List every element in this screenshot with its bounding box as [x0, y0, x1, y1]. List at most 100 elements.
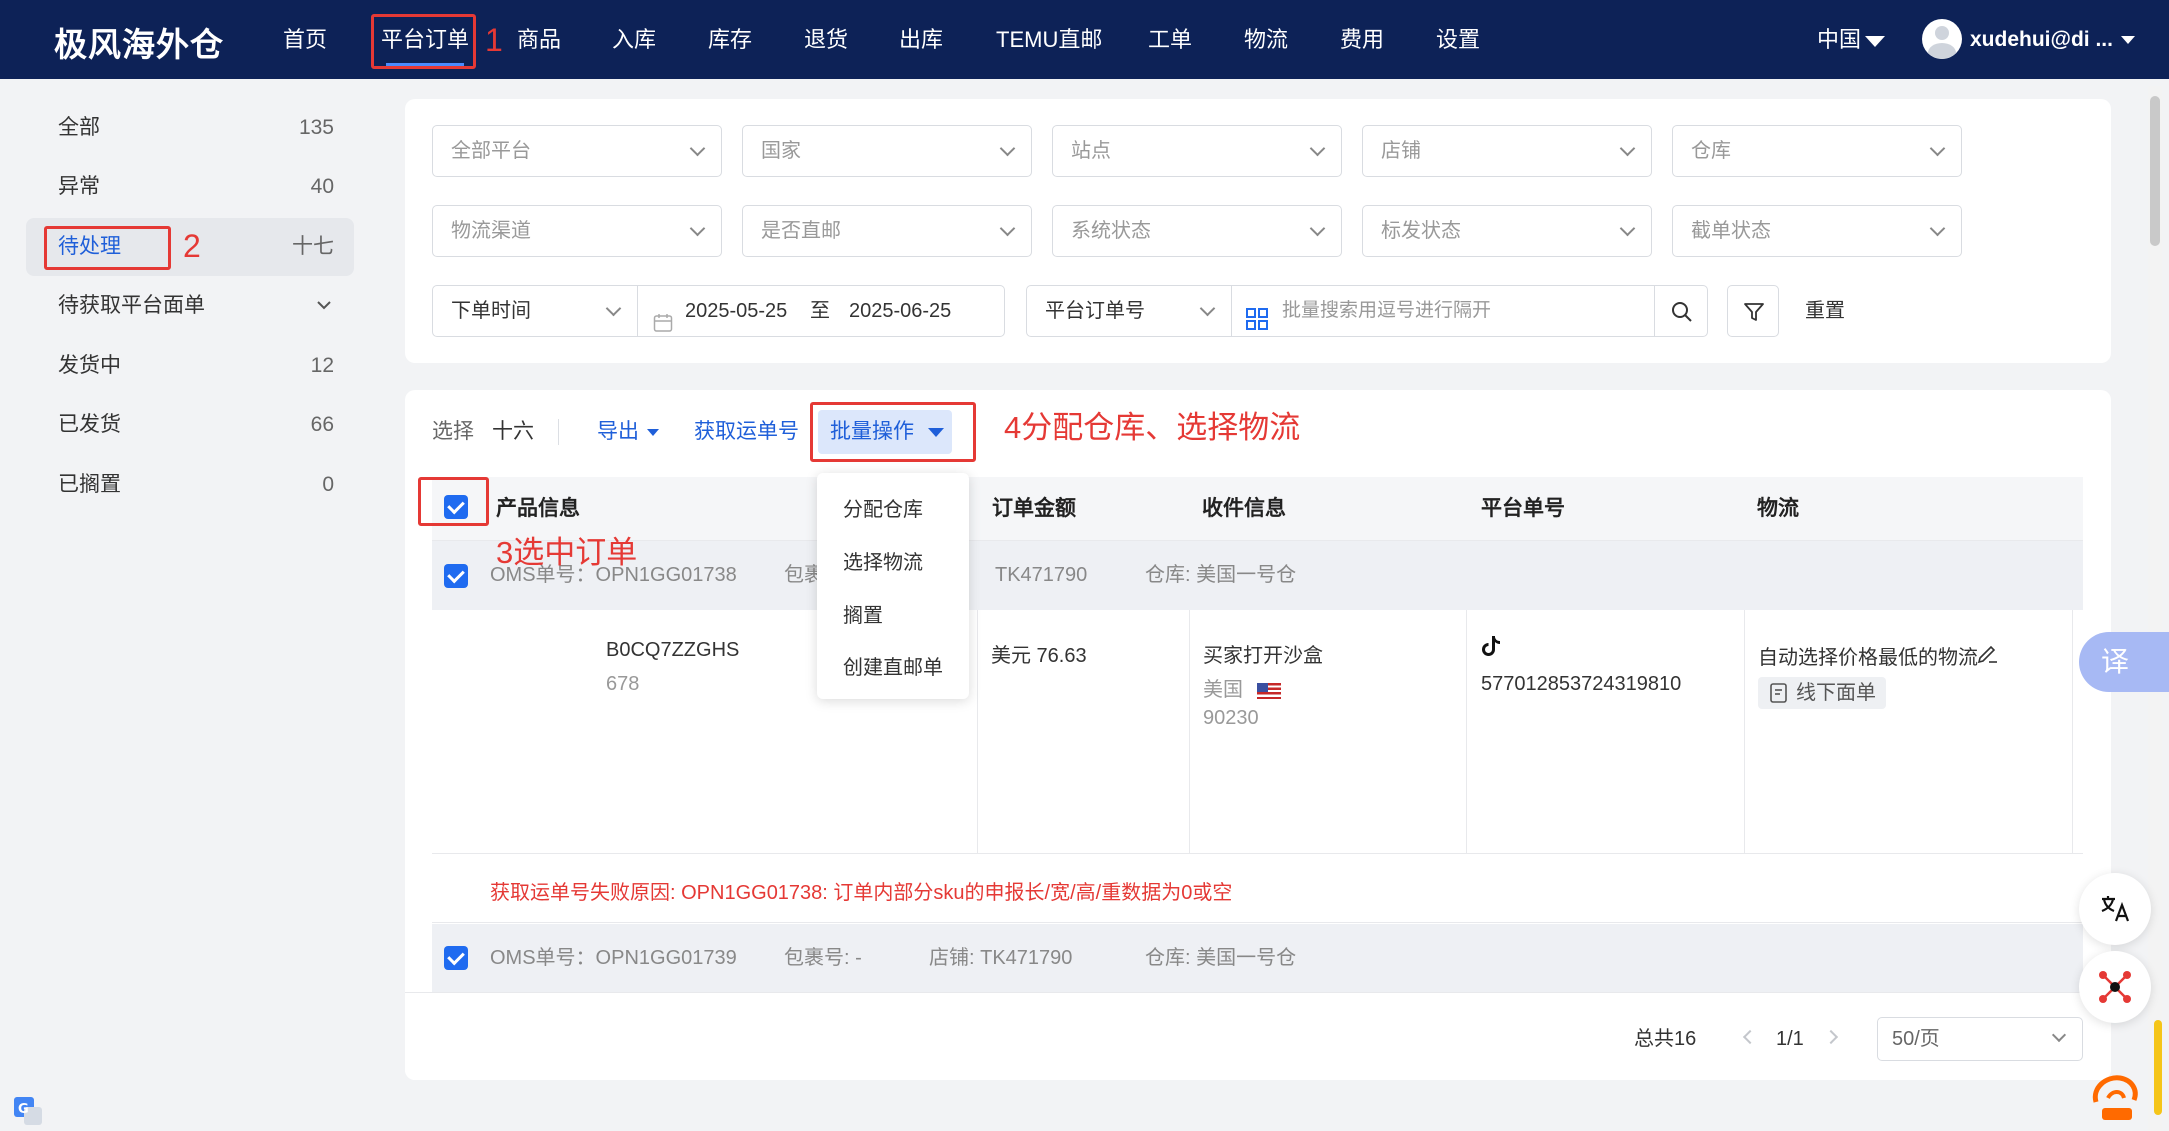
logistics-channel-select[interactable]: 物流渠道 — [432, 205, 722, 257]
document-icon — [1768, 682, 1790, 714]
search-button[interactable] — [1654, 285, 1708, 337]
select-value: 截单状态 — [1691, 220, 1771, 242]
cutoff-status-select[interactable]: 截单状态 — [1672, 205, 1962, 257]
warehouse-select[interactable]: 仓库 — [1672, 125, 1962, 177]
menu-item-hold[interactable]: 搁置 — [843, 599, 883, 628]
chevron-down-icon — [689, 220, 706, 237]
google-translate-icon[interactable]: G — [12, 1095, 44, 1127]
sidebar-item-all[interactable]: 全部 135 — [26, 99, 354, 157]
date-separator: 至 — [810, 300, 830, 322]
page-size-select[interactable]: 50/页 — [1877, 1017, 2083, 1061]
export-label: 导出 — [597, 420, 639, 443]
tiktok-icon — [1481, 635, 1501, 663]
direct-mail-select[interactable]: 是否直邮 — [742, 205, 1032, 257]
chevron-down-icon — [605, 300, 622, 317]
sidebar-item-label: 发货中 — [58, 354, 121, 377]
batch-operation-menu: 分配仓库 选择物流 搁置 创建直邮单 — [817, 473, 969, 699]
page-indicator: 1/1 — [1776, 1028, 1804, 1050]
nav-temu-direct[interactable]: TEMU直邮 — [996, 0, 1102, 79]
network-icon — [2097, 969, 2133, 1011]
translate-tool-button[interactable] — [2079, 873, 2151, 945]
nav-logistics[interactable]: 物流 — [1244, 0, 1288, 79]
offline-label-text: 线下面单 — [1796, 682, 1876, 704]
user-menu[interactable]: xudehui@di ... — [1970, 0, 2135, 79]
sidebar-item-on-hold[interactable]: 已搁置 0 — [26, 456, 354, 514]
order-amount: 美元 76.63 — [991, 645, 1087, 667]
sidebar-item-exception[interactable]: 异常 40 — [26, 158, 354, 216]
platform-order-number: 577012853724319810 — [1481, 673, 1682, 695]
header-logistics: 物流 — [1757, 497, 1799, 520]
nav-fees[interactable]: 费用 — [1340, 0, 1384, 79]
menu-item-assign-warehouse[interactable]: 分配仓库 — [843, 493, 923, 522]
platform-select[interactable]: 全部平台 — [432, 125, 722, 177]
product-sku[interactable]: B0CQ7ZZGHS — [606, 639, 739, 662]
annotation-number-1: 1 — [485, 22, 503, 58]
advanced-filter-button[interactable] — [1727, 285, 1779, 337]
select-label: 选择 — [432, 420, 474, 443]
annotation-text-4: 4分配仓库、选择物流 — [1004, 410, 1301, 445]
nav-inventory[interactable]: 库存 — [708, 0, 752, 79]
total-count: 总共16 — [1634, 1028, 1697, 1050]
search-input[interactable]: 批量搜索用逗号进行隔开 — [1231, 285, 1655, 337]
top-header: 极风海外仓 首页 平台订单 商品 入库 库存 退货 出库 TEMU直邮 工单 物… — [0, 0, 2169, 79]
chevron-down-icon — [1929, 220, 1946, 237]
annotation-box-1 — [371, 14, 476, 69]
nav-products[interactable]: 商品 — [517, 0, 561, 79]
network-tool-button[interactable] — [2079, 951, 2151, 1023]
nav-settings[interactable]: 设置 — [1436, 0, 1480, 79]
sidebar-item-shipping[interactable]: 发货中 12 — [26, 337, 354, 395]
mark-shipped-status-select[interactable]: 标发状态 — [1362, 205, 1652, 257]
column-divider — [1744, 610, 1745, 854]
chevron-down-icon — [1929, 140, 1946, 157]
time-type-select[interactable]: 下单时间 — [432, 285, 638, 337]
us-flag-icon — [1257, 682, 1281, 699]
country-select[interactable]: 国家 — [742, 125, 1032, 177]
sidebar-item-count: 十七 — [292, 235, 334, 258]
logistics-method: 自动选择价格最低的物流 — [1758, 641, 1978, 670]
chevron-down-icon — [1199, 300, 1216, 317]
date-range-picker[interactable]: 2025-05-25 至 2025-06-25 — [637, 285, 1005, 337]
nav-inbound[interactable]: 入库 — [612, 0, 656, 79]
warehouse-value: 仓库: 美国一号仓 — [1145, 947, 1297, 969]
select-value: 标发状态 — [1381, 220, 1461, 242]
toolbar-divider — [558, 419, 559, 445]
sidebar-item-label: 全部 — [58, 116, 100, 139]
menu-item-select-logistics[interactable]: 选择物流 — [843, 546, 923, 575]
avatar[interactable] — [1922, 19, 1962, 59]
export-button[interactable]: 导出 — [597, 412, 659, 452]
sidebar-item-shipped[interactable]: 已发货 66 — [26, 396, 354, 454]
calendar-icon — [653, 302, 673, 352]
site-select[interactable]: 站点 — [1052, 125, 1342, 177]
edit-icon[interactable] — [1977, 641, 1999, 669]
table-header: 产品信息 订单金额 收件信息 平台单号 物流 — [432, 477, 2083, 541]
get-waybill-button[interactable]: 获取运单号 — [694, 412, 799, 452]
logistics-label: 自动选择价格最低的物流 — [1758, 647, 1978, 669]
search-field-select[interactable]: 平台订单号 — [1026, 285, 1232, 337]
chevron-down-icon — [1309, 220, 1326, 237]
scrollbar-thumb[interactable] — [2150, 96, 2160, 246]
scroll-marker — [2154, 1020, 2162, 1115]
nav-returns[interactable]: 退货 — [804, 0, 848, 79]
translate-float-button[interactable]: 译 — [2079, 632, 2169, 692]
caret-down-icon — [647, 428, 659, 436]
select-value: 物流渠道 — [451, 220, 531, 242]
region-selector[interactable]: 中国 — [1817, 0, 1886, 79]
shop-value: TK471790 — [995, 564, 1088, 586]
nav-outbound[interactable]: 出库 — [899, 0, 943, 79]
nav-tickets[interactable]: 工单 — [1148, 0, 1192, 79]
chevron-down-icon — [999, 220, 1016, 237]
sidebar-item-label: 已搁置 — [58, 473, 121, 496]
system-status-select[interactable]: 系统状态 — [1052, 205, 1342, 257]
brand-logo[interactable]: 极风海外仓 — [54, 18, 224, 66]
shop-select[interactable]: 店铺 — [1362, 125, 1652, 177]
order-header-row: OMS单号：OPN1GG01738 包裹 TK471790 仓库: 美国一号仓 — [432, 541, 2083, 610]
order-checkbox[interactable] — [444, 946, 468, 970]
reset-button[interactable]: 重置 — [1805, 285, 1845, 337]
menu-item-create-direct-order[interactable]: 创建直邮单 — [843, 651, 943, 680]
nav-home[interactable]: 首页 — [283, 0, 327, 79]
sidebar-item-awaiting-label[interactable]: 待获取平台面单 — [26, 277, 354, 335]
page-size-value: 50/页 — [1892, 1028, 1940, 1050]
error-message: 获取运单号失败原因: OPN1GG01738: 订单内部分sku的申报长/宽/高… — [490, 882, 1233, 904]
order-checkbox[interactable] — [444, 564, 468, 588]
1688-logo-icon[interactable] — [2088, 1068, 2144, 1124]
